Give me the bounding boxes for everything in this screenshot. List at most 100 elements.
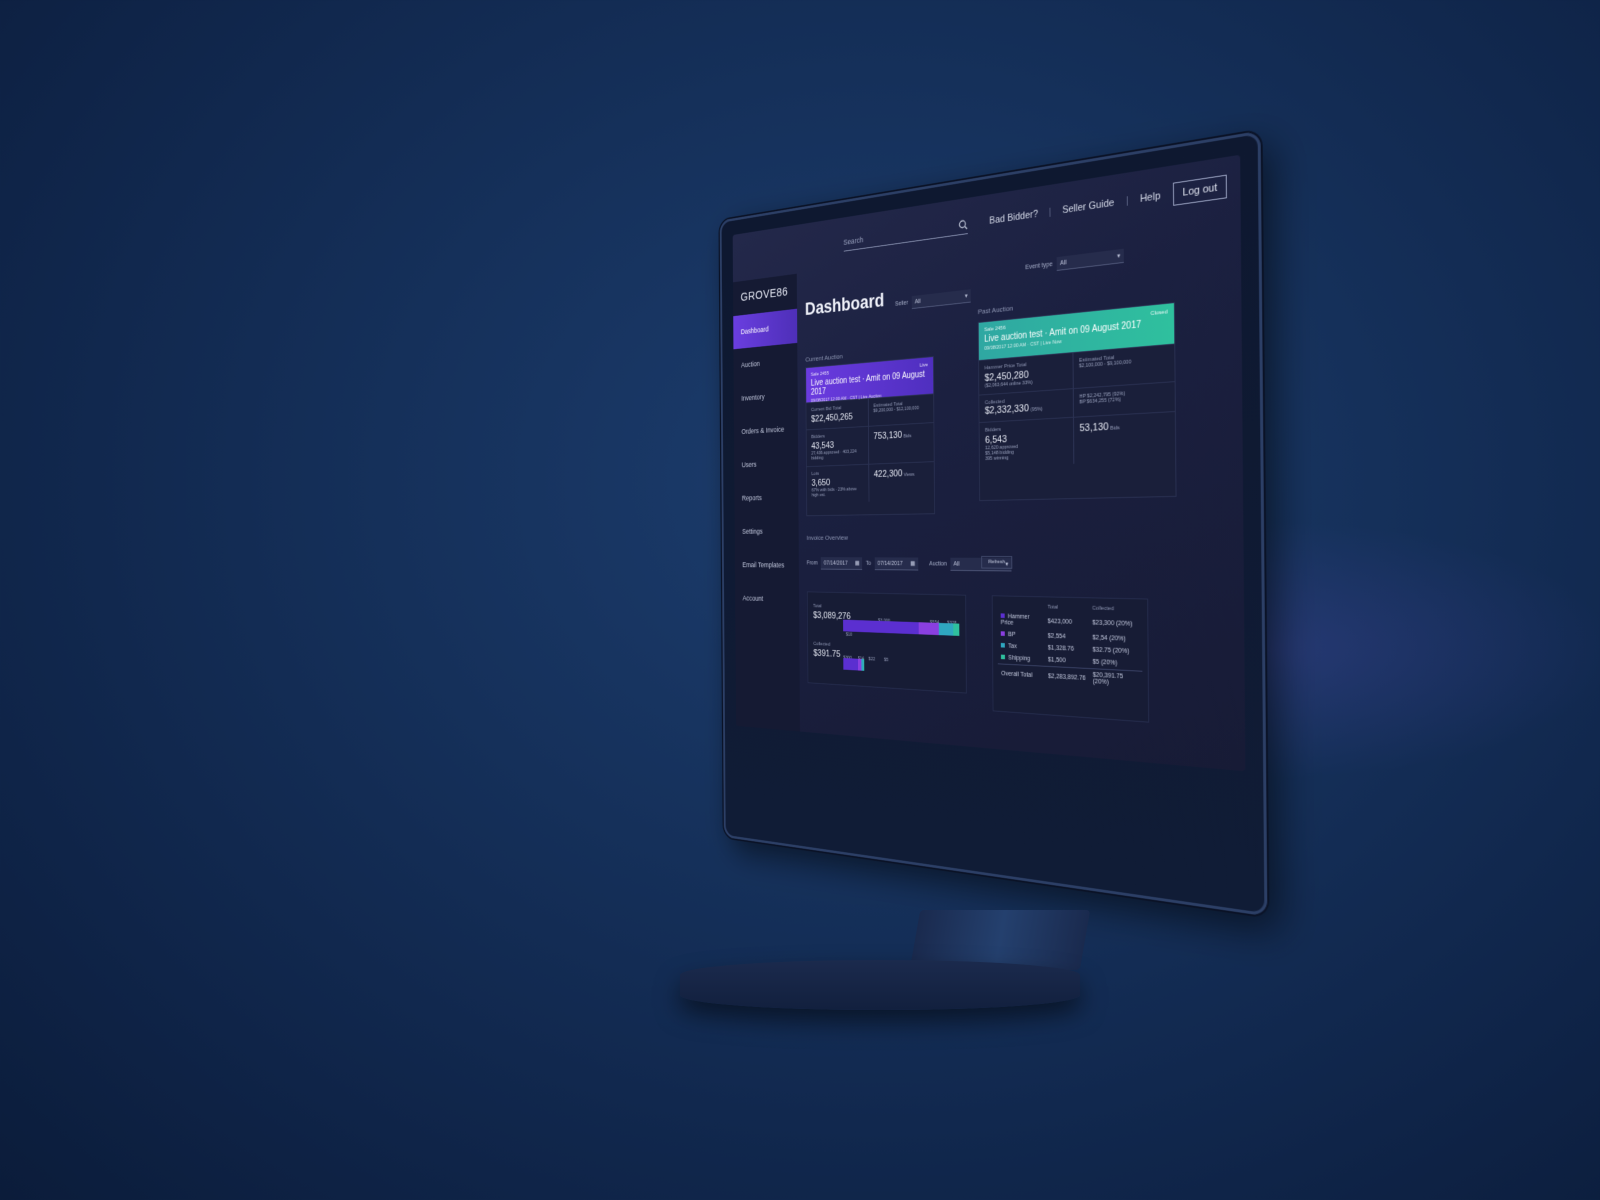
legend-swatch xyxy=(1000,654,1005,660)
seller-label: Seller xyxy=(895,299,909,308)
bar-segment xyxy=(918,622,939,636)
row-total: $423,000 xyxy=(1047,617,1073,626)
row-label-text: Tax xyxy=(1008,643,1017,650)
to-label: To xyxy=(865,560,872,567)
bar-segment xyxy=(843,657,858,671)
seller-guide-link[interactable]: Seller Guide xyxy=(1062,197,1114,216)
to-date-input[interactable]: 07/14/2017 ▦ xyxy=(874,557,919,571)
sidebar-item-settings[interactable]: Settings xyxy=(735,514,799,548)
chevron-down-icon: ▾ xyxy=(964,293,968,300)
legend-swatch xyxy=(1000,631,1005,636)
calendar-icon[interactable]: ▦ xyxy=(855,560,860,567)
collected-pct: (95%) xyxy=(1030,406,1043,413)
search-input[interactable]: Search xyxy=(843,215,968,252)
sidebar-item-auction[interactable]: Auction xyxy=(733,343,797,383)
current-bid-cell: Current Bid Total $22,450,265 xyxy=(806,399,867,429)
row-label-text: Shipping xyxy=(1008,654,1031,663)
current-auction-card[interactable]: Live Sale 2455 Live auction test · Amit … xyxy=(805,356,935,517)
past-auction-card[interactable]: Closed Sale 2456 Live auction test · Ami… xyxy=(977,302,1177,502)
bar-segment xyxy=(953,623,960,636)
bidders-cell: Bidders 6,543 12,620 approved $5,148 bid… xyxy=(979,418,1073,468)
sidebar-item-orders-invoice[interactable]: Orders & Invoice xyxy=(734,411,798,448)
divider xyxy=(1126,196,1128,206)
from-date-input[interactable]: 07/14/2017 ▦ xyxy=(821,557,863,570)
row-label-text: BP xyxy=(1007,631,1016,639)
seller-filter: Seller All ▾ xyxy=(895,289,971,311)
collected-label: Collected xyxy=(813,641,831,648)
sidebar-item-reports[interactable]: Reports xyxy=(734,480,798,515)
bar-segment xyxy=(938,622,954,636)
stats-row: Lots 3,650 67% with bids · 23% above hig… xyxy=(806,461,935,504)
current-auction-heading: Current Auction xyxy=(805,352,843,364)
monitor: Search Bad Bidder? Seller Guide Help Log… xyxy=(560,90,1268,1010)
monitor-bezel: Search Bad Bidder? Seller Guide Help Log… xyxy=(719,130,1268,917)
event-type-select[interactable]: All ▾ xyxy=(1056,248,1124,271)
bids-value: 53,130 xyxy=(1079,421,1109,435)
sidebar-item-users[interactable]: Users xyxy=(734,445,798,481)
overall-collected-value: $20,391.75 (20%) xyxy=(1092,671,1124,686)
row-collected: $23,300 (20%) xyxy=(1092,619,1133,628)
monitor-stand-base xyxy=(680,960,1080,1010)
bids-cell: 53,130 Bids xyxy=(1072,412,1176,464)
lots-cell: Lots 3,650 67% with bids · 23% above hig… xyxy=(807,465,869,503)
divider xyxy=(1049,207,1051,217)
invoice-bars-panel: Total $3,089,276 $3,000 $554 $328 $10 Co… xyxy=(806,591,967,694)
table-body: Hammer Price $423,000 $23,300 (20%) BP $2,55… xyxy=(997,611,1142,672)
logout-button[interactable]: Log out xyxy=(1173,174,1227,206)
collected-stacked-bar xyxy=(843,657,865,671)
from-date-value: 07/14/2017 xyxy=(823,560,848,567)
from-label: From xyxy=(806,560,818,567)
page-title: Dashboard xyxy=(804,289,885,320)
stats-row: Bidders 43,543 27,436 approved · 403,224… xyxy=(806,422,934,467)
collected-cell: Collected $2,332,330 (95%) xyxy=(979,389,1072,422)
past-auction-heading: Past Auction xyxy=(977,304,1014,316)
app-screen: Search Bad Bidder? Seller Guide Help Log… xyxy=(732,154,1246,772)
auction-filter-label: Auction xyxy=(929,561,947,568)
help-link[interactable]: Help xyxy=(1140,190,1161,204)
collected-value: $391.75 xyxy=(813,648,841,660)
invoice-table-panel: Total Collected Hammer Price $423,000 $23,… xyxy=(991,595,1150,723)
invoice-table: Total Collected Hammer Price $423,000 $23,… xyxy=(997,602,1143,691)
current-bid-value: $22,450,265 xyxy=(811,411,853,425)
refresh-button[interactable]: Refresh xyxy=(981,556,1013,569)
event-type-label: Event type xyxy=(1025,261,1053,272)
estimated-cell: Estimated Total $2,100,000 - $9,100,000 xyxy=(1072,344,1175,389)
hp-bp-cell: HP $2,242,795 (92%) BP $634,255 (72%) xyxy=(1072,382,1175,417)
bids-unit: Bids xyxy=(1110,425,1120,432)
search-placeholder: Search xyxy=(843,234,864,247)
calendar-icon[interactable]: ▦ xyxy=(910,560,915,567)
bar-label: $5 xyxy=(883,657,889,663)
search-icon[interactable] xyxy=(958,219,967,231)
to-date-value: 07/14/2017 xyxy=(877,560,903,567)
bidders-cell: Bidders 43,543 27,436 approved · 403,224… xyxy=(807,427,869,466)
current-auction-header: Live Sale 2455 Live auction test · Amit … xyxy=(806,357,934,404)
auction-filter-value: All xyxy=(953,560,960,567)
seller-select[interactable]: All ▾ xyxy=(911,289,971,310)
bids-cell: 753,130 Bids xyxy=(867,422,934,464)
collected-block: Collected $391.75 xyxy=(813,642,840,660)
bad-bidder-link[interactable]: Bad Bidder? xyxy=(989,209,1038,227)
event-type-value: All xyxy=(1060,259,1067,267)
row-label: Hammer Price xyxy=(997,611,1044,631)
sidebar-item-inventory[interactable]: Inventory xyxy=(734,377,798,415)
invoice-overview-heading: Invoice Overview xyxy=(806,533,848,542)
main-content: Dashboard Seller All ▾ Event type All ▾ xyxy=(805,226,1234,771)
overall-total-value: $2,283,892.76 xyxy=(1047,672,1086,682)
chevron-down-icon: ▾ xyxy=(1117,252,1121,260)
hammer-cell: Hammer Price Total $2,450,280 ($2,063,64… xyxy=(979,353,1072,395)
event-type-filter: Event type All ▾ xyxy=(1025,248,1124,275)
sidebar-item-email-templates[interactable]: Email Templates xyxy=(735,548,799,582)
overall-total-label: Overall Total xyxy=(1001,670,1033,679)
seller-value: All xyxy=(914,298,921,305)
legend-swatch xyxy=(1000,613,1005,618)
sidebar-item-account[interactable]: Account xyxy=(735,581,799,616)
bar-label: $10 xyxy=(845,632,853,638)
views-value: 422,300 xyxy=(873,468,903,480)
sidebar: GROVE86 Dashboard Auction Inventory Orde… xyxy=(733,273,801,732)
bar-segment xyxy=(863,659,865,671)
lots-note: 67% with bids · 23% above high est. xyxy=(811,486,857,499)
bidders-note: 27,436 approved · 403,224 bidding xyxy=(811,449,857,462)
bids-unit: Bids xyxy=(903,433,912,440)
collected-value: $2,332,330 xyxy=(984,403,1029,417)
row-label-text: Hammer Price xyxy=(1000,613,1030,627)
